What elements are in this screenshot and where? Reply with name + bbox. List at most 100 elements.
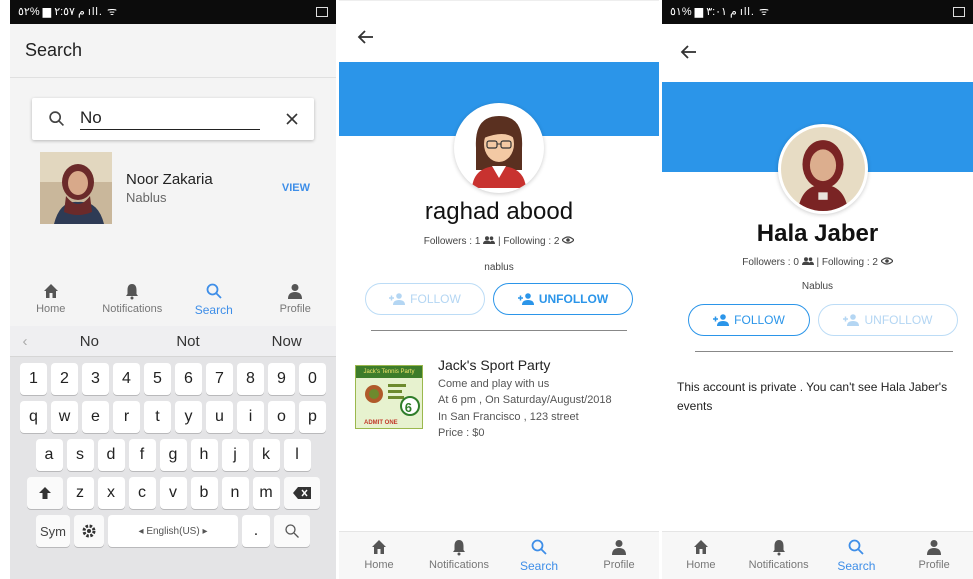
key[interactable]: a [35, 439, 63, 471]
nav-notifications[interactable]: Notifications [424, 538, 494, 571]
key[interactable]: 8 [237, 363, 264, 395]
key[interactable]: 2 [51, 363, 78, 395]
key[interactable]: e [82, 401, 109, 433]
add-person-icon [389, 293, 406, 305]
key[interactable]: z [66, 477, 94, 509]
gear-icon [82, 524, 96, 538]
key[interactable]: t [144, 401, 171, 433]
nav-profile-label: Profile [918, 559, 950, 571]
sym-key[interactable]: Sym [36, 515, 70, 547]
key[interactable]: d [97, 439, 125, 471]
bell-icon [772, 540, 785, 556]
event-card[interactable]: Jack's Tennis Party 6 ADMIT ONE Jack's S… [355, 357, 645, 442]
people-icon [483, 236, 496, 244]
key[interactable]: o [268, 401, 295, 433]
event-location: In San Francisco , 123 street [438, 410, 579, 423]
nav-home[interactable]: Home [666, 538, 736, 571]
key[interactable]: w [51, 401, 78, 433]
nav-home[interactable]: Home [16, 282, 86, 315]
result-city: Nablus [126, 190, 167, 205]
period-key[interactable]: . [242, 515, 270, 547]
profile-screen-hala: م ٣:٠١ ▆ %٥١ ıll. ᯤ Hala Jaber Followers… [662, 0, 973, 579]
key[interactable]: u [206, 401, 233, 433]
key[interactable]: 1 [20, 363, 47, 395]
key[interactable]: 9 [268, 363, 295, 395]
key[interactable]: g [159, 439, 187, 471]
suggestion-3[interactable]: Now [237, 333, 336, 350]
key[interactable]: x [97, 477, 125, 509]
key[interactable]: 0 [299, 363, 326, 395]
search-key[interactable] [274, 515, 310, 547]
key[interactable]: r [113, 401, 140, 433]
chevron-left-icon[interactable]: ‹ [10, 333, 40, 350]
nav-search-label: Search [194, 303, 233, 317]
nav-notifications-label: Notifications [429, 559, 489, 571]
key-row-zxcv: z x c v b n m [10, 477, 336, 509]
profile-screen-raghad: raghad abood Followers : 1 | Following :… [339, 0, 659, 579]
nav-search[interactable]: Search [179, 282, 249, 317]
eye-icon [561, 236, 576, 244]
nav-profile[interactable]: Profile [260, 282, 330, 315]
nav-search[interactable]: Search [504, 538, 574, 573]
status-bar: م ٣:٠١ ▆ %٥١ ıll. ᯤ [662, 0, 973, 24]
nav-notifications[interactable]: Notifications [97, 282, 167, 315]
key[interactable]: 7 [206, 363, 233, 395]
key[interactable]: v [159, 477, 187, 509]
key[interactable]: 4 [113, 363, 140, 395]
key[interactable]: m [252, 477, 280, 509]
follow-button-label: FOLLOW [410, 292, 461, 306]
key[interactable]: l [283, 439, 311, 471]
settings-key[interactable] [74, 515, 104, 547]
nav-home[interactable]: Home [344, 538, 414, 571]
key[interactable]: b [190, 477, 218, 509]
suggestion-2[interactable]: Not [139, 333, 238, 350]
key[interactable]: c [128, 477, 156, 509]
add-person-icon [517, 293, 534, 305]
key[interactable]: f [128, 439, 156, 471]
bell-icon [126, 284, 139, 300]
key[interactable]: p [299, 401, 326, 433]
nav-notifications[interactable]: Notifications [744, 538, 814, 571]
nav-home-label: Home [686, 559, 716, 571]
follow-button[interactable]: FOLLOW [365, 283, 485, 315]
private-account-message: This account is private . You can't see … [677, 380, 948, 413]
view-button[interactable]: VIEW [282, 182, 310, 194]
backspace-key[interactable] [283, 477, 320, 509]
search-result-item[interactable]: Noor Zakaria Nablus VIEW [40, 151, 310, 225]
key[interactable]: i [237, 401, 264, 433]
back-arrow-icon[interactable] [357, 28, 375, 46]
clear-icon[interactable] [284, 111, 300, 127]
nav-search[interactable]: Search [821, 538, 891, 573]
key[interactable]: s [66, 439, 94, 471]
space-key[interactable]: ◂ English(US) ▸ [108, 515, 238, 547]
page-title: Search [10, 24, 336, 78]
unfollow-button[interactable]: UNFOLLOW [493, 283, 633, 315]
key[interactable]: h [190, 439, 218, 471]
back-arrow-icon[interactable] [680, 43, 698, 61]
suggestion-1[interactable]: No [40, 333, 139, 350]
nav-profile[interactable]: Profile [584, 538, 654, 571]
eye-icon [879, 257, 894, 265]
unfollow-button[interactable]: UNFOLLOW [818, 304, 958, 336]
event-price: Price : $0 [438, 427, 485, 439]
follow-stats: Followers : 0 | Following : 2 [662, 257, 973, 268]
key[interactable]: j [221, 439, 249, 471]
key[interactable]: y [175, 401, 202, 433]
key[interactable]: q [20, 401, 47, 433]
followers-count: Followers : 0 [742, 257, 799, 268]
result-details: Noor Zakaria Nablus [126, 171, 213, 205]
key[interactable]: k [252, 439, 280, 471]
key[interactable]: 5 [144, 363, 171, 395]
key[interactable]: 6 [175, 363, 202, 395]
shift-key[interactable] [26, 477, 63, 509]
nav-profile[interactable]: Profile [899, 538, 969, 571]
search-input[interactable] [80, 108, 260, 130]
key[interactable]: n [221, 477, 249, 509]
event-title: Jack's Sport Party [438, 357, 551, 373]
search-icon [49, 111, 65, 127]
top-bar [339, 0, 659, 62]
key[interactable]: 3 [82, 363, 109, 395]
avatar [778, 124, 868, 214]
search-icon [848, 539, 865, 555]
follow-button[interactable]: FOLLOW [688, 304, 810, 336]
